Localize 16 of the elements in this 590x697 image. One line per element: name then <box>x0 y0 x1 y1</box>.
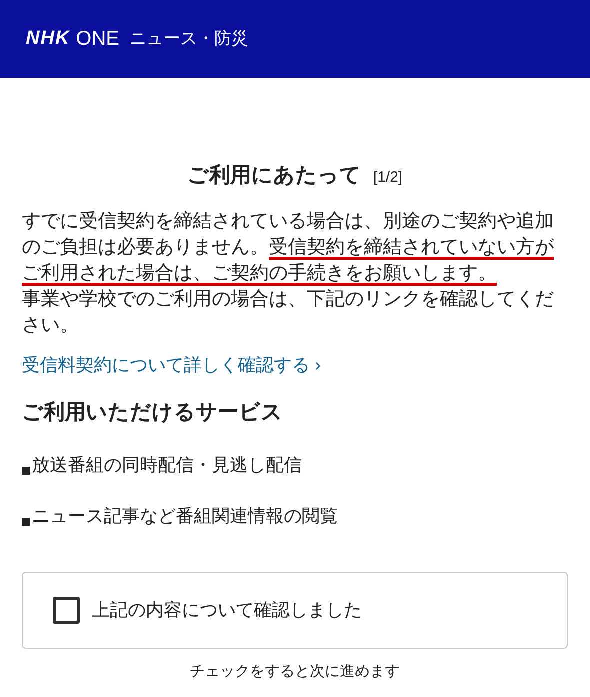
page-counter: [1/2] <box>373 168 403 188</box>
service-item: 放送番組の同時配信・見逃し配信 <box>32 454 302 477</box>
bullet-icon <box>22 518 30 526</box>
logo-text: NHK <box>26 26 70 51</box>
section-title: ニュース・防災 <box>130 28 249 50</box>
service-item: ニュース記事など番組関連情報の閲覧 <box>32 505 338 528</box>
notice-paragraph: 事業や学校でのご利用の場合は、下記のリンクを確認してください。 <box>22 286 555 336</box>
brand-text: ONE <box>76 27 120 52</box>
contract-link[interactable]: 受信料契約について詳しく確認する › <box>22 352 322 378</box>
bullet-icon <box>22 467 30 475</box>
notice-paragraph: すでに受信契約を締結されている場合は、別途のご契約や追加のご負担は必要ありません。受信契約を締結されていない方がご利用された場合は、ご契約の手続きをお願いします。 <box>22 208 556 284</box>
confirm-checkbox[interactable]: 上記の内容について確認しました <box>22 572 568 649</box>
services-heading: ご利用いただけるサービス <box>22 400 284 426</box>
checkbox-icon[interactable] <box>53 597 80 624</box>
hint-text: チェックをすると次に進めます <box>189 662 401 682</box>
page-title: ご利用にあたって <box>187 163 362 189</box>
